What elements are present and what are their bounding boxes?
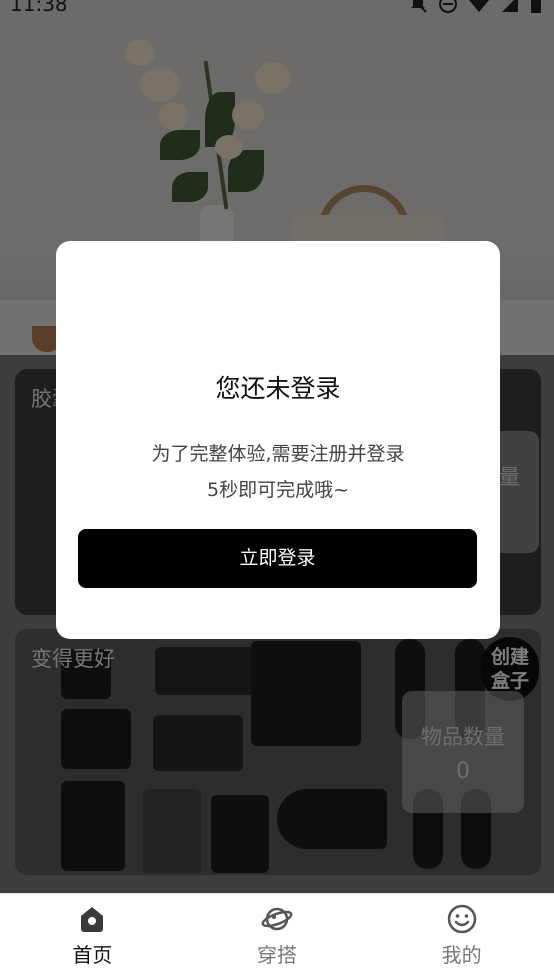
dialog-message-line: 5秒即可完成哦~ (206, 479, 349, 501)
tab-home[interactable]: 首页 (0, 894, 185, 971)
login-dialog: 您还未登录 为了完整体验,需要注册并登录 5秒即可完成哦~ 立即登录 (56, 241, 500, 639)
smiley-icon (446, 903, 478, 935)
login-now-button[interactable]: 立即登录 (78, 529, 477, 588)
bottom-tab-bar: 首页 穿搭 我的 (0, 893, 554, 971)
planet-icon (261, 903, 293, 935)
dialog-message-line: 为了完整体验,需要注册并登录 (151, 443, 405, 465)
tab-profile[interactable]: 我的 (369, 894, 554, 971)
tab-label: 首页 (72, 943, 113, 967)
home-icon (76, 903, 108, 935)
dialog-message: 为了完整体验,需要注册并登录 5秒即可完成哦~ (56, 436, 500, 508)
tab-label: 穿搭 (257, 943, 297, 967)
tab-outfits[interactable]: 穿搭 (185, 894, 370, 971)
tab-label: 我的 (441, 943, 482, 967)
dialog-title: 您还未登录 (215, 374, 341, 403)
